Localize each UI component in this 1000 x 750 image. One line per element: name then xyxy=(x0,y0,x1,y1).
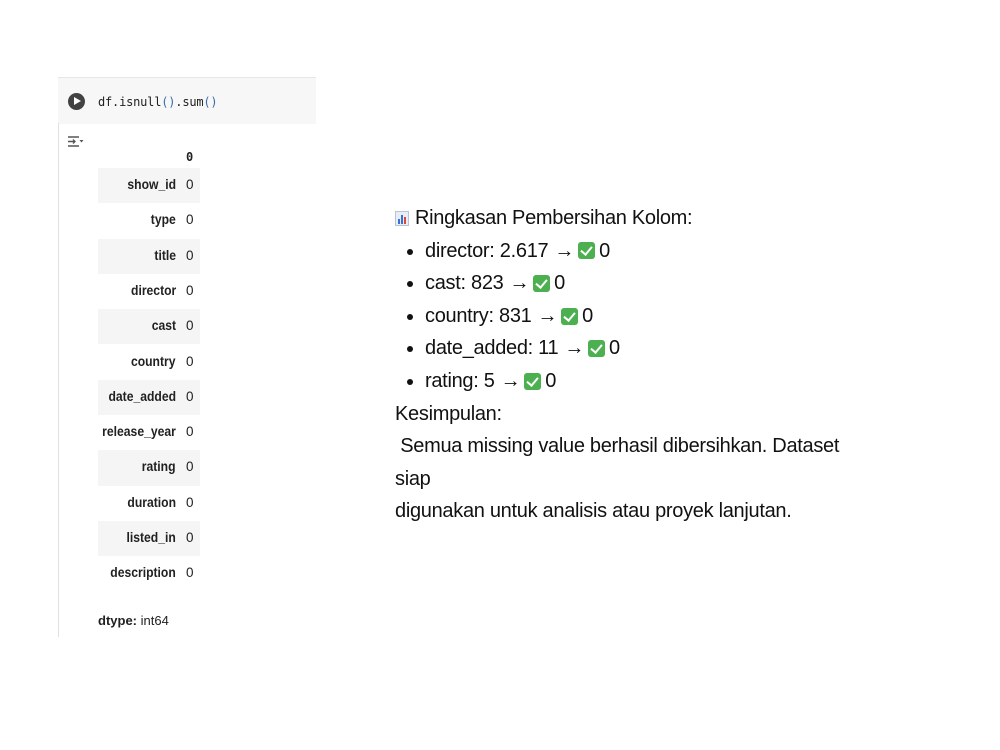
row-index-label: date_added xyxy=(108,388,176,404)
table-row: date_added 0 xyxy=(98,379,200,416)
arrow-icon: → xyxy=(500,369,521,392)
row-value: 0 xyxy=(186,353,194,369)
table-row: listed_in 0 xyxy=(98,521,200,557)
row-index-label: release_year xyxy=(102,424,176,440)
row-value: 0 xyxy=(186,424,194,440)
table-row: duration 0 xyxy=(98,486,200,521)
row-value: 0 xyxy=(186,177,194,192)
table-row: release_year 0 xyxy=(98,415,200,450)
summary-text: Ringkasan Pembersihan Kolom: director: 2… xyxy=(395,202,875,528)
run-cell-button[interactable] xyxy=(68,93,85,110)
code-token-paren: () xyxy=(161,95,176,109)
table-row: director 0 xyxy=(98,274,200,309)
dtype-value: int64 xyxy=(137,613,169,628)
arrow-icon: → xyxy=(537,304,558,327)
play-icon xyxy=(74,97,81,105)
item-after-value: 0 xyxy=(554,272,565,295)
item-after-value: 0 xyxy=(609,337,620,360)
column-header: 0 xyxy=(186,150,194,164)
item-label: rating: 5 xyxy=(425,369,495,392)
row-value: 0 xyxy=(186,247,194,263)
bar-chart-icon xyxy=(395,210,409,226)
item-label: date_added: 11 xyxy=(425,337,559,360)
arrow-icon: → xyxy=(509,272,530,295)
table-row: show_id 0 xyxy=(98,168,200,204)
table-row: rating 0 xyxy=(98,450,200,486)
check-mark-icon xyxy=(533,274,551,292)
check-mark-icon xyxy=(588,340,606,358)
dtype-line: dtype: int64 xyxy=(98,613,169,628)
dtype-label: dtype: xyxy=(98,613,137,628)
row-index-label: director xyxy=(130,282,176,298)
table-row: description 0 xyxy=(98,556,200,591)
item-label: cast: 823 xyxy=(425,272,504,295)
item-after-value: 0 xyxy=(582,304,593,327)
arrow-icon: → xyxy=(564,337,585,360)
row-index-label: description xyxy=(110,565,176,581)
row-index-label: country xyxy=(131,353,176,369)
notebook-cell: df.isnull().sum() 0 show_id 0 type 0 title 0 d… xyxy=(58,77,316,637)
code-token-name: df.isnull xyxy=(98,95,162,109)
row-index-label: show_id xyxy=(127,177,176,192)
summary-list: director: 2.617 → 0 cast: 823 → 0 country: 831… xyxy=(395,235,875,398)
row-value: 0 xyxy=(186,459,194,475)
output-toggle-icon[interactable] xyxy=(66,134,84,152)
table-row: title 0 xyxy=(98,238,200,274)
conclusion-heading: Kesimpulan: xyxy=(395,402,502,425)
summary-list-item: date_added: 11 → 0 xyxy=(407,332,875,365)
row-index-label: rating xyxy=(142,459,176,475)
summary-list-item: rating: 5 → 0 xyxy=(407,365,875,398)
output-gutter xyxy=(58,123,59,637)
item-after-value: 0 xyxy=(545,369,557,392)
row-value: 0 xyxy=(186,494,194,510)
row-index-label: cast xyxy=(151,318,176,334)
row-value: 0 xyxy=(186,388,194,404)
table-row: type 0 xyxy=(98,203,200,238)
table-row: country 0 xyxy=(98,345,200,380)
code-token-paren: () xyxy=(203,95,218,109)
row-value: 0 xyxy=(186,318,194,334)
summary-title-line: Ringkasan Pembersihan Kolom: xyxy=(395,202,875,235)
row-index-label: title xyxy=(154,247,176,263)
row-value: 0 xyxy=(186,282,194,298)
item-after-value: 0 xyxy=(599,239,610,262)
summary-title: Ringkasan Pembersihan Kolom: xyxy=(415,207,693,229)
check-mark-icon xyxy=(524,372,542,390)
item-label: director: 2.617 xyxy=(425,239,549,262)
summary-list-item: director: 2.617 → 0 xyxy=(407,235,875,268)
code-text[interactable]: df.isnull().sum() xyxy=(98,95,218,109)
check-mark-icon xyxy=(578,242,596,260)
row-value: 0 xyxy=(186,530,194,545)
row-index-label: listed_in xyxy=(126,530,176,545)
row-index-label: type xyxy=(151,212,176,228)
row-index-label: duration xyxy=(127,494,176,510)
row-value: 0 xyxy=(186,565,194,581)
code-cell-input[interactable]: df.isnull().sum() xyxy=(58,77,316,124)
check-mark-icon xyxy=(561,307,579,325)
summary-list-item: country: 831 → 0 xyxy=(407,300,875,333)
summary-list-item: cast: 823 → 0 xyxy=(407,267,875,300)
conclusion-line: Semua missing value berhasil dibersihkan… xyxy=(395,435,845,490)
item-label: country: 831 xyxy=(425,304,532,327)
code-token-method: .sum xyxy=(175,95,204,109)
arrow-icon: → xyxy=(554,239,575,262)
conclusion-line: digunakan untuk analisis atau proyek lan… xyxy=(395,500,792,523)
row-value: 0 xyxy=(186,212,194,228)
table-row: cast 0 xyxy=(98,309,200,345)
